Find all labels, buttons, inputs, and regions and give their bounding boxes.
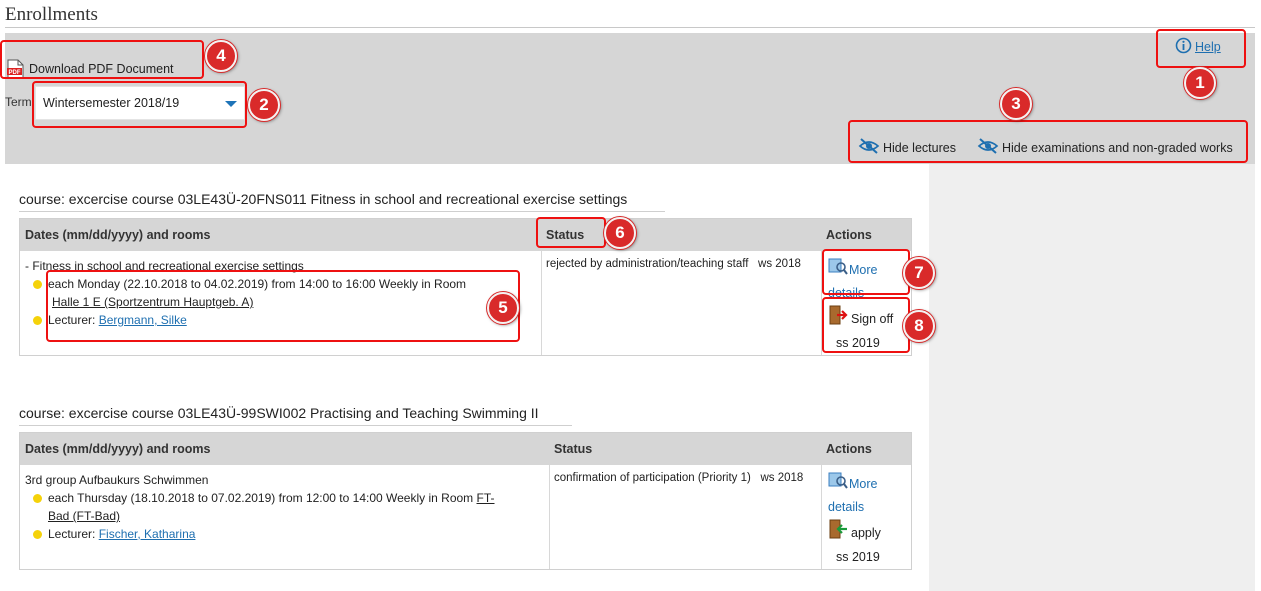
sign-off-label: Sign off bbox=[851, 311, 894, 326]
table-row: - Fitness in school and recreational exe… bbox=[25, 257, 535, 329]
room-link[interactable]: FT- bbox=[477, 491, 495, 505]
term-select-value: Wintersemester 2018/19 bbox=[43, 96, 180, 110]
sign-off-term: ss 2019 bbox=[836, 336, 880, 350]
info-icon bbox=[1175, 37, 1192, 57]
apply-term: ss 2019 bbox=[836, 550, 880, 564]
sign-off-button[interactable]: Sign off ss 2019 bbox=[828, 305, 893, 354]
status-term: ws 2018 bbox=[760, 472, 804, 484]
column-divider bbox=[549, 465, 550, 569]
table-header-row: Dates (mm/dd/yyyy) and rooms Status Acti… bbox=[20, 433, 911, 465]
lecturer-label: Lecturer: bbox=[48, 313, 96, 327]
status-cell: rejected by administration/teaching staf… bbox=[546, 255, 801, 273]
magnifier-document-icon bbox=[828, 257, 848, 282]
more-label: More bbox=[849, 262, 878, 277]
door-enter-icon bbox=[828, 519, 848, 546]
hide-lectures-label: Hide lectures bbox=[883, 140, 956, 155]
schedule-entry: each Monday (22.10.2018 to 04.02.2019) f… bbox=[25, 275, 535, 293]
status-header: Status bbox=[546, 228, 585, 242]
callout-number-3: 3 bbox=[1000, 88, 1032, 120]
group-name: 3rd group Aufbaukurs Schwimmen bbox=[25, 473, 209, 487]
actions-header: Actions bbox=[826, 442, 872, 456]
magnifier-document-icon bbox=[828, 471, 848, 496]
door-exit-icon bbox=[828, 305, 848, 332]
column-divider bbox=[821, 251, 822, 355]
svg-text:PDF: PDF bbox=[9, 70, 21, 76]
callout-number-1: 1 bbox=[1184, 67, 1216, 99]
course-heading: course: excercise course 03LE43Ü-20FNS01… bbox=[19, 191, 665, 212]
status-cell: confirmation of participation (Priority … bbox=[554, 469, 803, 487]
status-text: confirmation of participation (Priority … bbox=[554, 472, 751, 484]
apply-label: apply bbox=[851, 525, 881, 540]
hide-examinations-label: Hide examinations and non-graded works bbox=[1002, 140, 1233, 155]
actions-header: Actions bbox=[826, 228, 872, 242]
callout-number-6: 6 bbox=[604, 217, 636, 249]
lecturer-link[interactable]: Fischer, Katharina bbox=[99, 527, 196, 541]
dates-header: Dates (mm/dd/yyyy) and rooms bbox=[25, 442, 211, 456]
toolbar: PDF Download PDF Document Term Wintersem… bbox=[5, 33, 1255, 164]
chevron-down-icon bbox=[225, 101, 237, 107]
callout-number-2: 2 bbox=[248, 89, 280, 121]
course-table: Dates (mm/dd/yyyy) and rooms Status Acti… bbox=[19, 432, 912, 570]
status-text: rejected by administration/teaching staf… bbox=[546, 258, 749, 270]
bullet-icon bbox=[33, 316, 42, 325]
table-header-row: Dates (mm/dd/yyyy) and rooms Status Acti… bbox=[20, 219, 911, 251]
right-panel bbox=[929, 164, 1255, 591]
bullet-icon bbox=[33, 530, 42, 539]
bullet-icon bbox=[33, 280, 42, 289]
bullet-icon bbox=[33, 494, 42, 503]
schedule-text: each Monday (22.10.2018 to 04.02.2019) f… bbox=[48, 277, 467, 291]
group-name: - Fitness in school and recreational exe… bbox=[25, 259, 304, 273]
column-divider bbox=[821, 465, 822, 569]
more-details-link[interactable]: More details bbox=[828, 257, 877, 304]
term-label: Term bbox=[5, 95, 32, 109]
page-title: Enrollments bbox=[5, 4, 98, 25]
apply-button[interactable]: apply ss 2019 bbox=[828, 519, 881, 568]
hide-examinations-link[interactable]: Hide examinations and non-graded works bbox=[977, 137, 1233, 158]
title-divider bbox=[5, 27, 1255, 28]
course-heading: course: excercise course 03LE43Ü-99SWI00… bbox=[19, 405, 572, 426]
details-label: details bbox=[828, 500, 865, 514]
room-link[interactable]: Halle 1 E (Sportzentrum Hauptgeb. A) bbox=[52, 295, 253, 309]
callout-number-4: 4 bbox=[205, 40, 237, 72]
callout-number-7: 7 bbox=[903, 257, 935, 289]
schedule-entry: each Thursday (18.10.2018 to 07.02.2019)… bbox=[25, 489, 545, 507]
lecturer-label: Lecturer: bbox=[48, 527, 96, 541]
more-label: More bbox=[849, 476, 878, 491]
pdf-file-icon: PDF bbox=[7, 59, 24, 79]
callout-number-5: 5 bbox=[487, 292, 519, 324]
hide-lectures-link[interactable]: Hide lectures bbox=[858, 137, 956, 158]
column-divider bbox=[541, 251, 542, 355]
lecturer-link[interactable]: Bergmann, Silke bbox=[99, 313, 187, 327]
more-details-link[interactable]: More details bbox=[828, 471, 877, 518]
download-pdf-link[interactable]: PDF Download PDF Document bbox=[7, 59, 174, 79]
eye-slash-icon bbox=[858, 137, 880, 158]
help-link[interactable]: Help bbox=[1175, 37, 1221, 57]
download-pdf-label: Download PDF Document bbox=[29, 62, 174, 76]
lecturer-entry: Lecturer: Bergmann, Silke bbox=[25, 311, 535, 329]
status-term: ws 2018 bbox=[758, 258, 801, 270]
status-header: Status bbox=[554, 442, 593, 456]
help-label: Help bbox=[1195, 40, 1221, 54]
lecturer-entry: Lecturer: Fischer, Katharina bbox=[25, 525, 545, 543]
room-link-continued[interactable]: Bad (FT-Bad) bbox=[48, 509, 120, 523]
dates-header: Dates (mm/dd/yyyy) and rooms bbox=[25, 228, 211, 242]
course-table: Dates (mm/dd/yyyy) and rooms Status Acti… bbox=[19, 218, 912, 356]
term-select[interactable]: Wintersemester 2018/19 bbox=[35, 86, 245, 120]
eye-slash-icon bbox=[977, 137, 999, 158]
table-row: 3rd group Aufbaukurs Schwimmen each Thur… bbox=[25, 471, 545, 543]
callout-number-8: 8 bbox=[903, 310, 935, 342]
details-label: details bbox=[828, 286, 865, 300]
schedule-text: each Thursday (18.10.2018 to 07.02.2019)… bbox=[48, 491, 474, 505]
